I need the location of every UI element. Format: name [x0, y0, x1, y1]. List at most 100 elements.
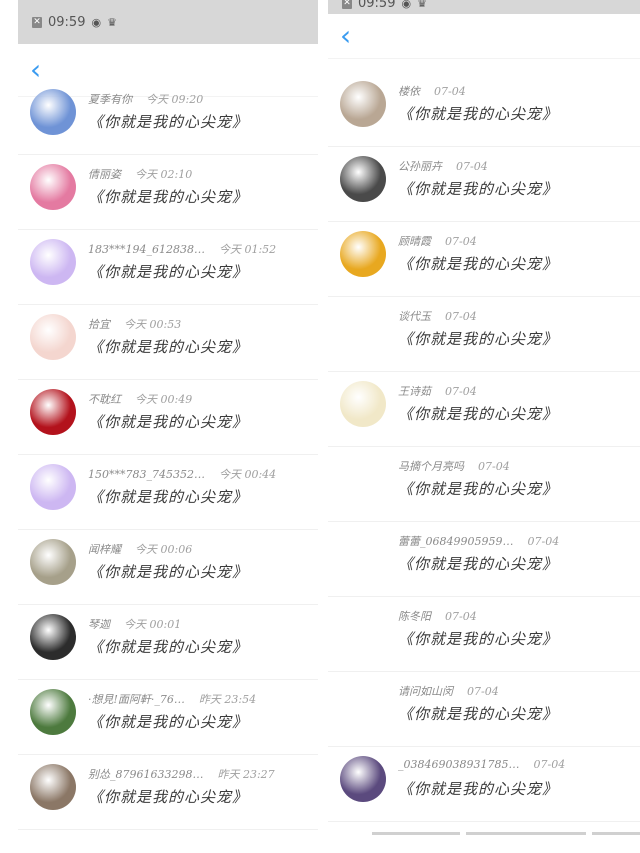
timestamp: 今天 02:10 [135, 168, 193, 181]
comment-meta: 谈代玉 07-04 [398, 308, 477, 324]
username[interactable]: _038469038931785… [398, 758, 519, 771]
avatar[interactable] [340, 606, 386, 652]
timestamp: 昨天 23:54 [198, 693, 257, 706]
timestamp: 今天 00:53 [124, 318, 182, 331]
crown-icon: ♛ [107, 15, 117, 29]
status-time: 09:59 [358, 0, 396, 11]
list-item[interactable]: 拾宜 今天 00:53 《你就是我的心尖宠》 [18, 304, 318, 380]
timestamp: 07-04 [445, 235, 477, 248]
avatar[interactable] [30, 89, 76, 135]
avatar[interactable] [30, 464, 76, 510]
avatar[interactable] [340, 456, 386, 502]
comment-meta: 楼依 07-04 [398, 83, 466, 99]
list-item[interactable]: 不耽红 今天 00:49 《你就是我的心尖宠》 [18, 379, 318, 455]
username[interactable]: 闻梓耀 [88, 543, 121, 556]
list-item[interactable]: 楼依 07-04 《你就是我的心尖宠》 [328, 71, 640, 147]
avatar[interactable] [340, 381, 386, 427]
avatar[interactable] [340, 156, 386, 202]
avatar[interactable] [30, 764, 76, 810]
comment-meta: 公孙丽卉 07-04 [398, 158, 488, 174]
list-item[interactable]: 谈代玉 07-04 《你就是我的心尖宠》 [328, 296, 640, 372]
list-item[interactable]: 别怂_87961633298… 昨天 23:27 《你就是我的心尖宠》 [18, 754, 318, 830]
username[interactable]: 夏季有你 [88, 93, 132, 106]
timestamp: 07-04 [445, 385, 477, 398]
comment-text: 《你就是我的心尖宠》 [398, 255, 559, 273]
avatar[interactable] [30, 539, 76, 585]
avatar[interactable] [340, 81, 386, 127]
list-item[interactable]: 倩丽姿 今天 02:10 《你就是我的心尖宠》 [18, 154, 318, 230]
comment-meta: 150***783_745352… 今天 00:44 [88, 466, 276, 482]
avatar[interactable] [340, 231, 386, 277]
username[interactable]: 别怂_87961633298… [88, 768, 203, 781]
timestamp: 今天 00:49 [135, 393, 193, 406]
timestamp: 今天 00:06 [135, 543, 193, 556]
username[interactable]: 183***194_612838… [88, 243, 205, 256]
comment-meta: 马摘个月亮吗 07-04 [398, 458, 510, 474]
comment-meta: 183***194_612838… 今天 01:52 [88, 241, 276, 257]
bottom-indicator [592, 832, 640, 835]
timestamp: 07-04 [527, 535, 560, 548]
username[interactable]: 谈代玉 [398, 310, 431, 323]
username[interactable]: 王诗茹 [398, 385, 431, 398]
list-item[interactable]: 蕾蕾_06849905959… 07-04 《你就是我的心尖宠》 [328, 521, 640, 597]
nav-bar: ‹ [328, 14, 640, 59]
comment-text: 《你就是我的心尖宠》 [398, 780, 559, 798]
comment-text: 《你就是我的心尖宠》 [88, 338, 249, 356]
username[interactable]: 琴迦 [88, 618, 110, 631]
comment-text: 《你就是我的心尖宠》 [88, 713, 249, 731]
comment-meta: 别怂_87961633298… 昨天 23:27 [88, 766, 275, 782]
avatar[interactable] [340, 306, 386, 352]
username[interactable]: 陈冬阳 [398, 610, 431, 623]
list-item[interactable]: 183***194_612838… 今天 01:52 《你就是我的心尖宠》 [18, 229, 318, 305]
comment-meta: 倩丽姿 今天 02:10 [88, 166, 192, 182]
list-item[interactable]: 陈冬阳 07-04 《你就是我的心尖宠》 [328, 596, 640, 672]
avatar[interactable] [30, 239, 76, 285]
timestamp: 今天 00:01 [124, 618, 182, 631]
notification-icon: ✕ [342, 0, 352, 9]
list-item[interactable]: _038469038931785… 07-04 《你就是我的心尖宠》 [328, 746, 640, 822]
list-item[interactable]: 琴迦 今天 00:01 《你就是我的心尖宠》 [18, 604, 318, 680]
avatar[interactable] [340, 531, 386, 577]
comment-text: 《你就是我的心尖宠》 [88, 563, 249, 581]
timestamp: 今天 01:52 [218, 243, 277, 256]
list-item[interactable]: 王诗茹 07-04 《你就是我的心尖宠》 [328, 371, 640, 447]
avatar[interactable] [30, 389, 76, 435]
avatar[interactable] [340, 681, 386, 727]
comment-meta: 王诗茹 07-04 [398, 383, 477, 399]
back-button[interactable]: ‹ [340, 22, 351, 50]
username[interactable]: 倩丽姿 [88, 168, 121, 181]
avatar[interactable] [30, 314, 76, 360]
avatar[interactable] [340, 756, 386, 802]
comment-meta: 请问如山闵 07-04 [398, 683, 499, 699]
avatar[interactable] [30, 689, 76, 735]
list-item[interactable]: 闻梓耀 今天 00:06 《你就是我的心尖宠》 [18, 529, 318, 605]
username[interactable]: 马摘个月亮吗 [398, 460, 464, 473]
timestamp: 07-04 [445, 310, 477, 323]
list-item[interactable]: 公孙丽卉 07-04 《你就是我的心尖宠》 [328, 146, 640, 222]
timestamp: 07-04 [533, 758, 566, 771]
list-item[interactable]: 顾晴霞 07-04 《你就是我的心尖宠》 [328, 221, 640, 297]
username[interactable]: 不耽红 [88, 393, 121, 406]
comment-meta: 陈冬阳 07-04 [398, 608, 477, 624]
list-item[interactable]: 马摘个月亮吗 07-04 《你就是我的心尖宠》 [328, 446, 640, 522]
avatar[interactable] [30, 614, 76, 660]
comment-meta: 夏季有你 今天 09:20 [88, 91, 203, 107]
status-bar: ✕ 09:59 ◉ ♛ [18, 0, 318, 44]
username[interactable]: 150***783_745352… [88, 468, 205, 481]
list-item[interactable]: ·想見!面阿軒·_76… 昨天 23:54 《你就是我的心尖宠》 [18, 679, 318, 755]
username[interactable]: 顾晴霞 [398, 235, 431, 248]
avatar[interactable] [30, 164, 76, 210]
username[interactable]: ·想見!面阿軒·_76… [88, 693, 185, 706]
comment-text: 《你就是我的心尖宠》 [398, 705, 559, 723]
comment-text: 《你就是我的心尖宠》 [88, 188, 249, 206]
username[interactable]: 请问如山闵 [398, 685, 453, 698]
list-item[interactable]: 150***783_745352… 今天 00:44 《你就是我的心尖宠》 [18, 454, 318, 530]
comment-meta: 琴迦 今天 00:01 [88, 616, 181, 632]
username[interactable]: 蕾蕾_06849905959… [398, 535, 513, 548]
list-item[interactable]: 请问如山闵 07-04 《你就是我的心尖宠》 [328, 671, 640, 747]
username[interactable]: 拾宜 [88, 318, 110, 331]
username[interactable]: 楼依 [398, 85, 420, 98]
username[interactable]: 公孙丽卉 [398, 160, 442, 173]
list-item[interactable]: 夏季有你 今天 09:20 《你就是我的心尖宠》 [18, 79, 318, 155]
timestamp: 今天 09:20 [146, 93, 204, 106]
